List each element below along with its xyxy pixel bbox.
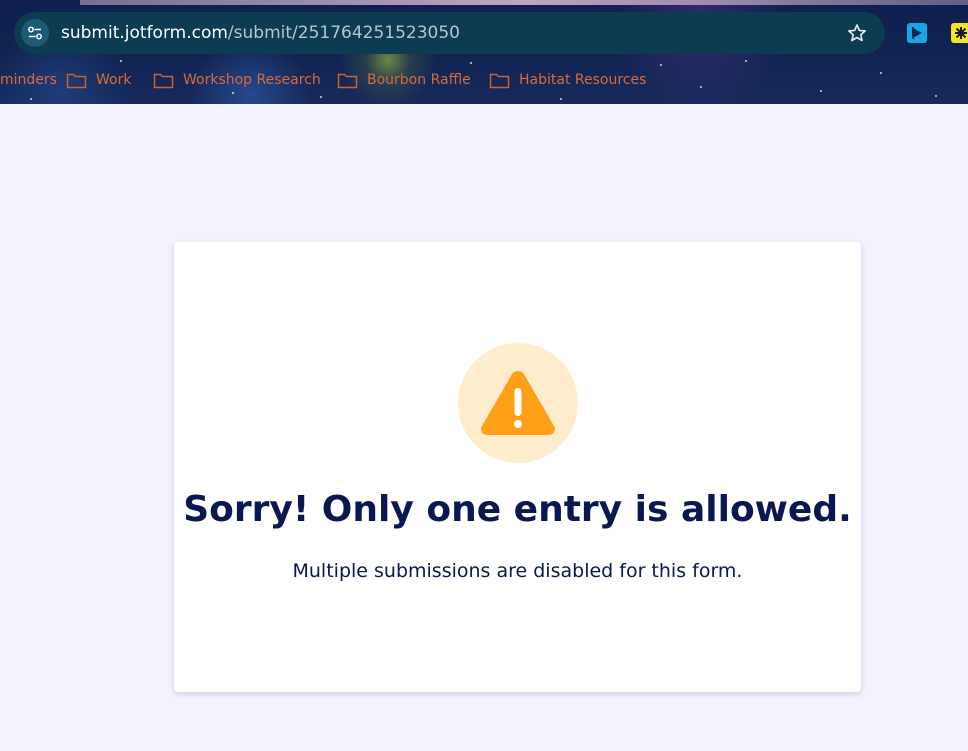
address-bar[interactable]: submit.jotform.com/submit/25176425152305…	[14, 12, 885, 54]
browser-chrome: submit.jotform.com/submit/25176425152305…	[0, 0, 968, 104]
url-text[interactable]: submit.jotform.com/submit/25176425152305…	[61, 22, 460, 44]
bookmark-label: Work	[96, 72, 132, 88]
background-star	[745, 60, 747, 62]
bookmark-folder-habitat-resources[interactable]: Habitat Resources	[489, 69, 646, 91]
url-path: /submit/251764251523050	[227, 23, 460, 43]
warning-badge	[458, 343, 578, 463]
background-star	[935, 95, 937, 97]
background-star	[120, 60, 122, 62]
folder-icon	[66, 73, 87, 88]
tune-icon[interactable]	[21, 19, 49, 47]
bookmark-label: Bourbon Raffle	[367, 72, 471, 88]
error-subtitle: Multiple submissions are disabled for th…	[292, 560, 743, 582]
folder-icon	[337, 73, 358, 88]
bookmark-label: minders	[0, 72, 57, 88]
bookmark-label: Workshop Research	[183, 72, 321, 88]
bookmark-item-reminders[interactable]: minders	[0, 69, 57, 91]
warning-triangle-icon	[481, 371, 555, 435]
background-star	[232, 92, 234, 94]
star-outline-icon[interactable]	[847, 23, 867, 43]
bookmark-folder-bourbon-raffle[interactable]: Bourbon Raffle	[337, 69, 471, 91]
extension-yellow-icon[interactable]	[951, 23, 968, 43]
background-star	[320, 96, 322, 98]
url-host: submit.jotform.com	[61, 23, 228, 43]
tab-strip-edge	[80, 0, 968, 5]
background-star	[560, 98, 562, 100]
bookmarks-bar: minders Work Workshop Research Bourbon R…	[0, 66, 968, 92]
extension-blue-icon[interactable]	[907, 23, 927, 43]
bookmark-folder-workshop-research[interactable]: Workshop Research	[153, 69, 321, 91]
background-star	[30, 98, 32, 100]
folder-icon	[489, 73, 510, 88]
error-title: Sorry! Only one entry is allowed.	[183, 489, 852, 530]
bookmark-label: Habitat Resources	[519, 72, 647, 88]
page-content: Sorry! Only one entry is allowed. Multip…	[0, 104, 968, 751]
folder-icon	[153, 73, 174, 88]
message-card: Sorry! Only one entry is allowed. Multip…	[174, 242, 861, 692]
background-star	[470, 62, 472, 64]
bookmark-folder-work[interactable]: Work	[66, 69, 131, 91]
